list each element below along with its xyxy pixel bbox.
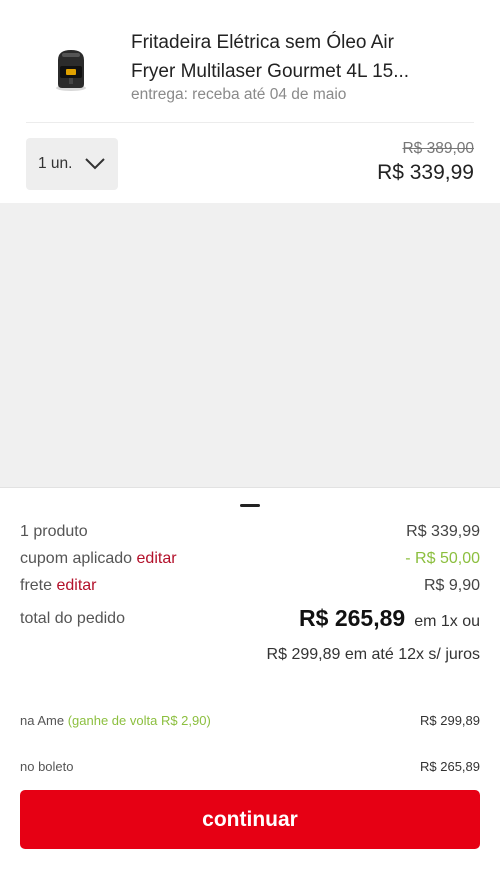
coupon-edit-link[interactable]: editar — [137, 550, 177, 567]
boleto-value: R$ 265,89 — [420, 759, 480, 774]
coupon-value: - R$ 50,00 — [405, 550, 480, 567]
shipping-edit-link[interactable]: editar — [56, 577, 96, 594]
shipping-value: R$ 9,90 — [423, 577, 480, 594]
coupon-label-group: cupom aplicado editar — [20, 550, 177, 568]
sheet-drag-handle[interactable] — [240, 504, 260, 507]
order-summary-sheet: 1 produto R$ 339,99 cupom aplicado edita… — [0, 487, 500, 869]
installments-info: R$ 299,89 em até 12x s/ juros — [266, 646, 480, 663]
product-title[interactable]: Fritadeira Elétrica sem Óleo Air Fryer M… — [131, 28, 481, 86]
shipping-label-group: frete editar — [20, 577, 97, 595]
coupon-label: cupom aplicado — [20, 550, 133, 567]
chevron-down-icon — [85, 158, 106, 170]
ame-value: R$ 299,89 — [420, 713, 480, 728]
ame-label: na Ame — [20, 713, 65, 728]
continue-button[interactable]: continuar — [20, 790, 480, 849]
cart-item-card: Fritadeira Elétrica sem Óleo Air Fryer M… — [0, 0, 500, 203]
shipping-row: frete editar R$ 9,90 — [20, 577, 480, 599]
coupon-row: cupom aplicado editar - R$ 50,00 — [20, 550, 480, 572]
products-value: R$ 339,99 — [406, 523, 480, 540]
total-label: total do pedido — [20, 610, 125, 627]
total-suffix: em 1x ou — [414, 613, 480, 630]
delivery-estimate: entrega: receba até 04 de maio — [131, 86, 347, 103]
boleto-label: no boleto — [20, 759, 74, 774]
current-price: R$ 339,99 — [377, 161, 474, 184]
total-amount: R$ 265,89 — [299, 605, 406, 631]
product-image[interactable] — [46, 44, 96, 94]
divider — [26, 122, 474, 123]
ame-payment-row: na Ame (ganhe de volta R$ 2,90) R$ 299,8… — [20, 713, 480, 728]
shipping-label: frete — [20, 577, 53, 594]
total-value-group: R$ 265,89 em 1x ou — [299, 605, 480, 632]
quantity-label: 1 un. — [38, 155, 73, 172]
products-row: 1 produto R$ 339,99 — [20, 523, 480, 545]
product-title-line1: Fritadeira Elétrica sem Óleo Air — [131, 32, 394, 53]
quantity-select[interactable]: 1 un. — [26, 138, 118, 190]
ame-cashback: (ganhe de volta R$ 2,90) — [67, 713, 211, 728]
original-price: R$ 389,00 — [402, 140, 474, 157]
boleto-payment-row: no boleto R$ 265,89 — [20, 759, 480, 774]
products-label: 1 produto — [20, 523, 88, 540]
product-title-line2: Fryer Multilaser Gourmet 4L 15... — [131, 61, 410, 82]
